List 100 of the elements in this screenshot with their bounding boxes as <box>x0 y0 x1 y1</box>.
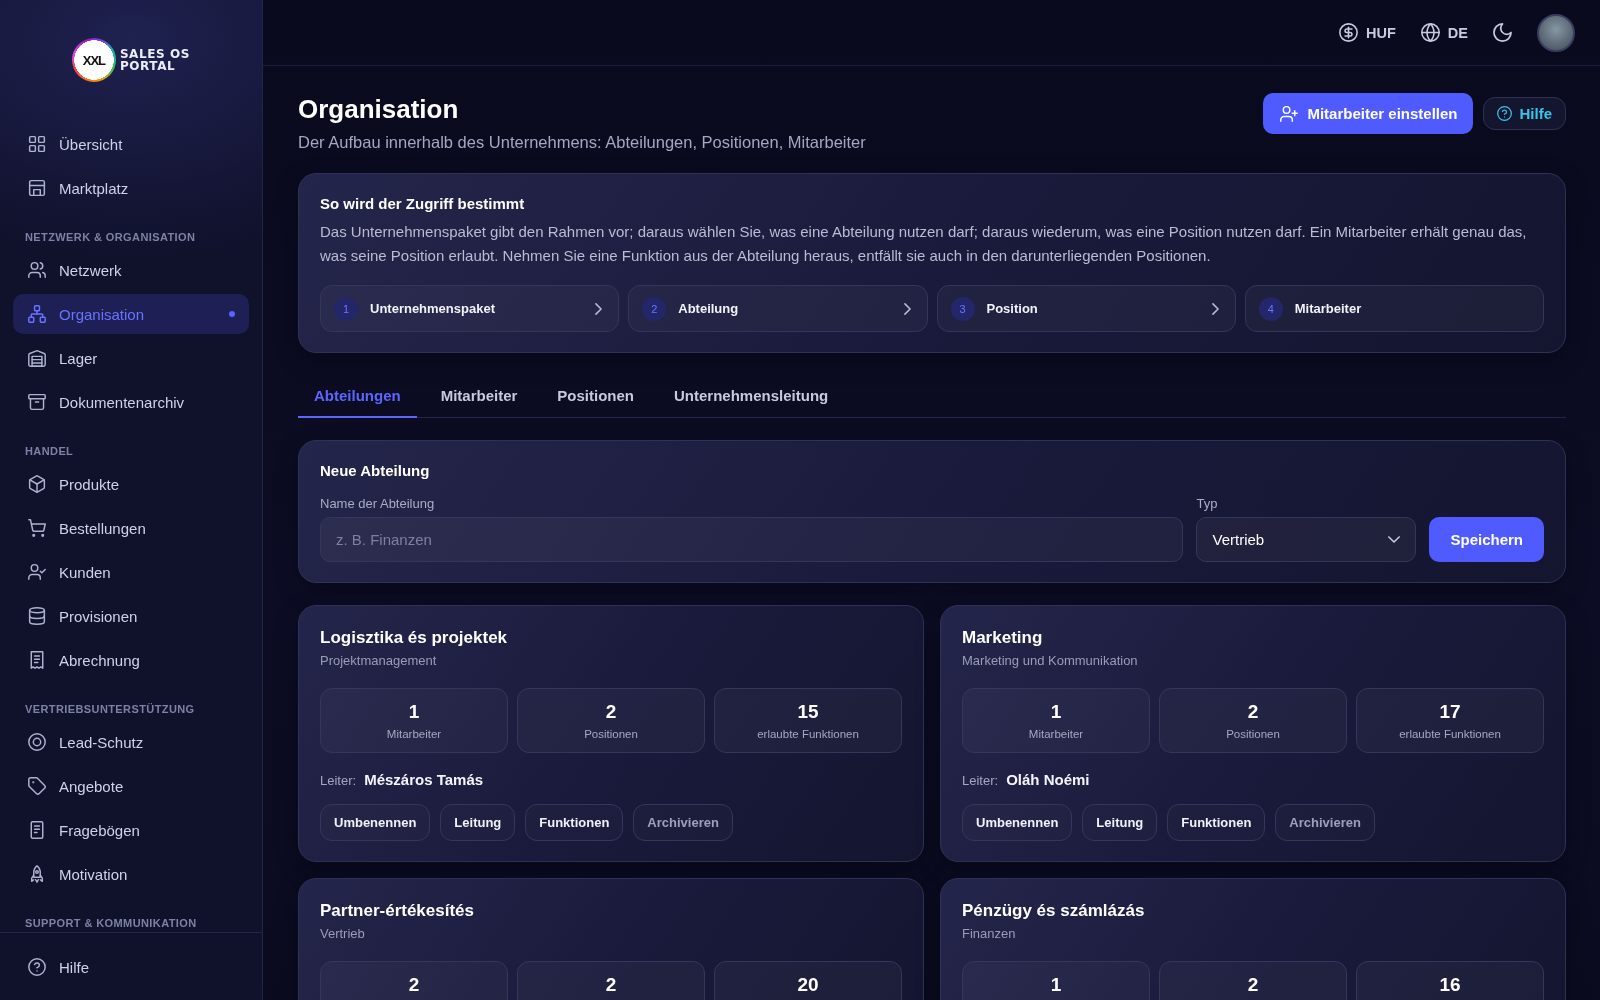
tab[interactable]: Unternehmensleitung <box>658 375 845 418</box>
form-title: Neue Abteilung <box>320 461 431 481</box>
tab[interactable]: Abteilungen <box>298 375 417 418</box>
card-action-button[interactable]: Leitung <box>1082 804 1158 841</box>
nav-item[interactable]: Fragebögen <box>13 810 249 850</box>
user-plus-icon <box>1280 104 1299 123</box>
stat-value: 1 <box>1050 974 1062 996</box>
cart-icon <box>28 519 46 537</box>
nav-item[interactable]: Angebote <box>13 766 249 806</box>
logo-subtitle: PORTAL <box>119 60 177 72</box>
step-label: Position <box>986 301 1038 316</box>
card-action-button[interactable]: Umbenennen <box>962 804 1073 841</box>
tab[interactable]: Mitarbeiter <box>424 375 534 418</box>
card-action-button[interactable]: Funktionen <box>525 804 624 841</box>
cube-icon <box>28 475 46 493</box>
leader-label: Leiter: <box>962 773 999 788</box>
step-label: Unternehmenspaket <box>370 301 495 316</box>
card-action-button[interactable]: Umbenennen <box>320 804 431 841</box>
tab[interactable]: Positionen <box>541 375 651 418</box>
card-action-button[interactable]: Archivieren <box>633 804 733 841</box>
nav-item[interactable]: Organisation <box>13 294 249 334</box>
logo-badge: XXL <box>71 38 116 82</box>
card-action-button[interactable]: Funktionen <box>1167 804 1266 841</box>
chevron-right-icon <box>1211 302 1219 315</box>
chevron-right-icon <box>595 302 603 315</box>
field-label: Typ <box>1196 495 1219 512</box>
globe-icon <box>1420 23 1440 42</box>
org-chart-icon <box>28 305 46 323</box>
stat-label: Mitarbeiter <box>386 727 442 742</box>
page-subtitle: Der Aufbau innerhalb des Unternehmens: Abteilungen, Positionen, Mitarbeiter <box>298 132 866 153</box>
card-action-button[interactable]: Leitung <box>440 804 516 841</box>
stat-value: 2 <box>1247 974 1259 996</box>
stat-value: 2 <box>605 974 617 996</box>
nav-item[interactable]: Bestellungen <box>13 508 249 548</box>
department-type: Marketing und Kommunikation <box>962 652 1139 670</box>
nav-item[interactable]: Hilfe <box>13 947 249 987</box>
archive-icon <box>28 393 46 411</box>
dollar-icon <box>1339 23 1359 42</box>
section-heading: NETZWERK & ORGANISATION <box>24 230 197 245</box>
help-icon <box>1497 106 1513 121</box>
stat-label: erlaubte Funktionen <box>757 727 859 742</box>
card-action-button[interactable]: Archivieren <box>1275 804 1375 841</box>
department-name-input[interactable]: z. B. Finanzen <box>320 517 1184 562</box>
database-icon <box>28 607 46 625</box>
stat-value: 1 <box>1050 701 1062 723</box>
stat-value: 15 <box>797 701 819 723</box>
active-dot-icon <box>229 311 235 317</box>
tag-icon <box>28 777 46 795</box>
store-icon <box>28 179 46 197</box>
stat-value: 2 <box>408 974 420 996</box>
nav-item[interactable]: Marktplatz <box>13 168 249 208</box>
stat-value: 1 <box>408 701 420 723</box>
stat-value: 20 <box>797 974 819 996</box>
warehouse-icon <box>28 349 46 367</box>
user-check-icon <box>28 563 46 581</box>
department-name: Pénzügy és számlázás <box>962 900 1146 922</box>
help-button[interactable]: Hilfe <box>1483 97 1566 130</box>
nav-item[interactable]: Lager <box>13 338 249 378</box>
nav-item[interactable]: Abrechnung <box>13 640 249 680</box>
nav-item[interactable]: Kunden <box>13 552 249 592</box>
nav-item[interactable]: Netzwerk <box>13 250 249 290</box>
receipt-icon <box>28 651 46 669</box>
department-type: Finanzen <box>962 925 1017 943</box>
step-number: 3 <box>950 296 975 321</box>
avatar[interactable] <box>1537 13 1575 52</box>
help-icon <box>28 958 46 976</box>
stat-value: 2 <box>605 701 617 723</box>
department-type: Projektmanagement <box>320 652 438 670</box>
step-number: 2 <box>642 296 667 321</box>
step-label: Abteilung <box>678 301 739 316</box>
section-heading: VERTRIEBSUNTERSTÜTZUNG <box>24 702 196 717</box>
save-button[interactable]: Speichern <box>1429 517 1544 562</box>
department-name: Logisztika és projektek <box>320 627 509 649</box>
nav-item[interactable]: Lead-Schutz <box>13 722 249 762</box>
stat-value: 17 <box>1439 701 1461 723</box>
stat-value: 16 <box>1439 974 1461 996</box>
nav-item[interactable]: Motivation <box>13 854 249 894</box>
info-text: Das Unternehmenspaket gibt den Rahmen vor; daraus wählen Sie, was eine Abteilung nutzen darf; daraus wiederum, was eine Position nutzen darf. Ein Mitarbeiter erhält genau das, was seine Position erlaubt. Nehmen Sie eine Funktion aus der Abteilung heraus, entfällt sie auch in den darunterliegenden Positionen. <box>320 222 1528 266</box>
nav-item[interactable]: Übersicht <box>13 124 249 164</box>
info-title: So wird der Zugriff bestimmt <box>320 194 526 214</box>
page-title: Organisation <box>298 93 460 125</box>
language-button[interactable]: DE <box>1420 23 1468 42</box>
users-icon <box>28 261 46 279</box>
nav-item[interactable]: Produkte <box>13 464 249 504</box>
leader-label: Leiter: <box>320 773 357 788</box>
document-icon <box>28 821 46 839</box>
type-select[interactable]: Vertrieb <box>1196 517 1417 562</box>
nav-item[interactable]: Dokumentenarchiv <box>13 382 249 422</box>
hire-employee-button[interactable]: Mitarbeiter einstellen <box>1263 93 1474 134</box>
currency-button[interactable]: HUF <box>1339 23 1396 42</box>
department-type: Vertrieb <box>320 925 366 943</box>
chevron-down-icon <box>1388 536 1401 543</box>
leader-name: Mészáros Tamás <box>364 771 484 788</box>
section-heading: SUPPORT & KOMMUNIKATION <box>24 916 198 931</box>
moon-icon[interactable] <box>1493 23 1512 42</box>
leader-name: Oláh Noémi <box>1006 771 1090 788</box>
step-number: 4 <box>1258 296 1283 321</box>
step-number: 1 <box>334 296 358 321</box>
nav-item[interactable]: Provisionen <box>13 596 249 636</box>
grid-icon <box>28 135 46 153</box>
